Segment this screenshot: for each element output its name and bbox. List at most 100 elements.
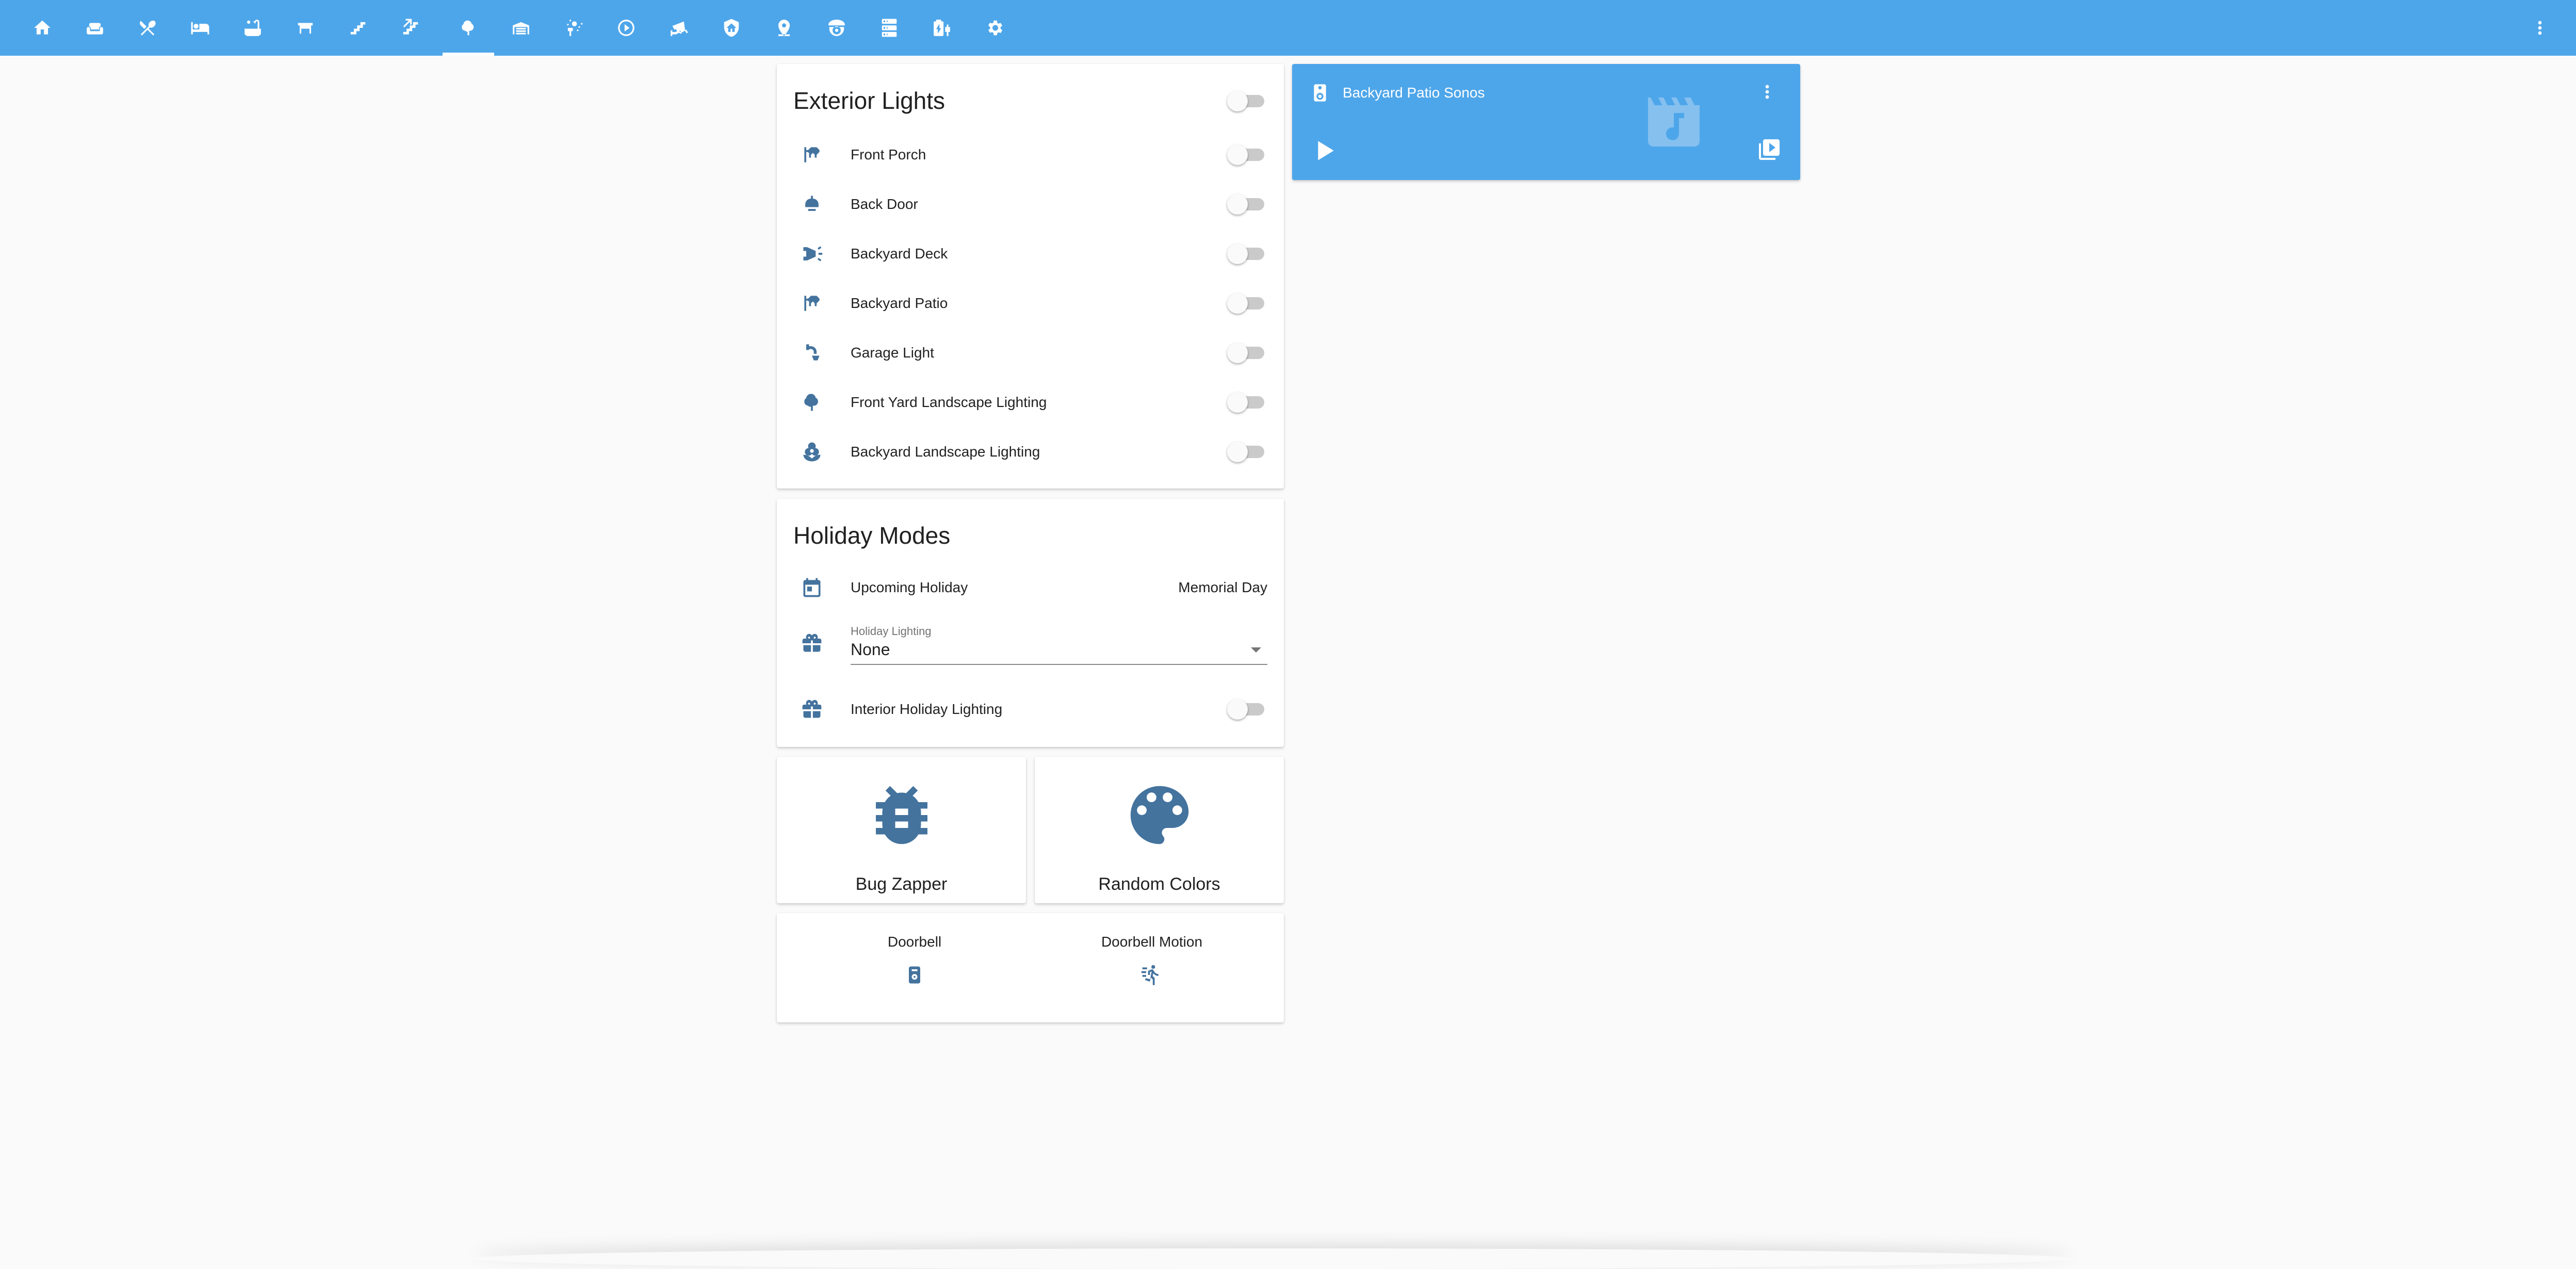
- tab-servers[interactable]: [863, 0, 915, 56]
- playlist-play-icon: [1759, 139, 1780, 160]
- silverware-icon: [140, 20, 156, 36]
- tab-security[interactable]: [706, 0, 757, 56]
- entity-row-backyard-landscape[interactable]: Backyard Landscape Lighting: [777, 427, 1284, 477]
- entity-label: Front Yard Landscape Lighting: [851, 394, 1047, 410]
- tab-outdoor[interactable]: [443, 0, 494, 56]
- music-video-icon: [1638, 90, 1710, 152]
- stairs-up-icon: [403, 19, 418, 35]
- entity-row-backyard-patio[interactable]: Backyard Patio: [777, 279, 1284, 328]
- dots-vertical-icon: [2538, 21, 2542, 35]
- tab-cameras[interactable]: [653, 0, 705, 56]
- play-icon: [1318, 141, 1334, 160]
- speaker-icon: [1310, 82, 1330, 104]
- holiday-lighting-select[interactable]: Holiday Lighting None: [851, 619, 1267, 665]
- tab-upstairs[interactable]: [385, 0, 436, 56]
- exterior-lights-card: Exterior Lights Front Porch Back Door Ba…: [777, 64, 1284, 489]
- wall-lamp-icon: [800, 340, 824, 365]
- media-title: Backyard Patio Sonos: [1343, 85, 1485, 101]
- shield-home-icon: [724, 19, 739, 37]
- button-label: Bug Zapper: [855, 874, 948, 894]
- entity-row-holiday-lighting: Holiday Lighting None: [777, 619, 1284, 668]
- bottom-edge-shadow: [475, 1248, 2074, 1269]
- garage-icon: [513, 22, 529, 35]
- bathtub-icon: [244, 20, 261, 36]
- outdoor-lamp-icon: [800, 142, 824, 167]
- media-source-button[interactable]: [1757, 137, 1782, 162]
- doorbell-icon: [903, 964, 926, 986]
- play-circle-icon: [618, 20, 634, 36]
- entity-row-back-door[interactable]: Back Door: [777, 180, 1284, 229]
- ceiling-light-icon: [800, 192, 824, 217]
- tab-settings[interactable]: [969, 0, 1020, 56]
- tab-kitchen[interactable]: [122, 0, 173, 56]
- button-label: Random Colors: [1098, 874, 1220, 894]
- gift-icon: [800, 631, 824, 656]
- select-underline: [851, 664, 1267, 665]
- entity-row-upcoming-holiday[interactable]: Upcoming Holiday Memorial Day: [777, 563, 1284, 612]
- server-icon: [882, 19, 897, 37]
- tree-icon: [462, 20, 474, 36]
- entity-label: Backyard Landscape Lighting: [851, 444, 1040, 460]
- media-player-card: Backyard Patio Sonos: [1292, 64, 1800, 180]
- media-play-button[interactable]: [1310, 136, 1339, 165]
- bug-zapper-button[interactable]: Bug Zapper: [777, 757, 1026, 903]
- motion-icon: [1140, 964, 1163, 986]
- front-porch-toggle[interactable]: [1227, 144, 1265, 165]
- media-more-button[interactable]: [1757, 82, 1778, 102]
- home-icon: [34, 20, 51, 35]
- backyard-landscape-toggle[interactable]: [1227, 442, 1265, 462]
- holiday-modes-card: Holiday Modes Upcoming Holiday Memorial …: [777, 499, 1284, 747]
- entity-label: Backyard Deck: [851, 246, 948, 262]
- garage-light-toggle[interactable]: [1227, 343, 1265, 363]
- palette-icon: [1121, 776, 1198, 854]
- entity-label: Garage Light: [851, 345, 934, 361]
- overflow-menu-button[interactable]: [2524, 12, 2555, 43]
- backyard-deck-toggle[interactable]: [1227, 243, 1265, 264]
- entity-state: Memorial Day: [1178, 579, 1267, 595]
- doorbell-glance-card: Doorbell Doorbell Motion: [777, 913, 1284, 1022]
- random-colors-button[interactable]: Random Colors: [1035, 757, 1284, 903]
- exterior-lights-master-toggle[interactable]: [1227, 91, 1265, 111]
- app-toolbar: [0, 0, 2576, 56]
- battery-charging-icon: [934, 20, 950, 36]
- front-yard-landscape-toggle[interactable]: [1227, 392, 1265, 413]
- stairs-icon: [350, 22, 366, 35]
- select-label: Holiday Lighting: [851, 625, 932, 638]
- entity-label: Interior Holiday Lighting: [851, 701, 1003, 717]
- cctv-icon: [671, 21, 688, 36]
- entity-row-front-porch[interactable]: Front Porch: [777, 130, 1284, 180]
- tab-media[interactable]: [600, 0, 652, 56]
- backyard-patio-toggle[interactable]: [1227, 293, 1265, 314]
- tab-vacuum[interactable]: [811, 0, 862, 56]
- tab-living-room[interactable]: [69, 0, 121, 56]
- entity-row-garage-light[interactable]: Garage Light: [777, 328, 1284, 378]
- back-door-toggle[interactable]: [1227, 194, 1265, 215]
- entity-label: Backyard Patio: [851, 295, 948, 311]
- entity-row-interior-holiday-lighting[interactable]: Interior Holiday Lighting: [777, 685, 1284, 734]
- tab-bathroom[interactable]: [227, 0, 279, 56]
- tab-bedroom[interactable]: [174, 0, 226, 56]
- desk-icon: [298, 23, 313, 34]
- sprinkler-icon: [567, 20, 583, 36]
- entity-row-backyard-deck[interactable]: Backyard Deck: [777, 229, 1284, 279]
- tree-icon: [800, 390, 824, 415]
- tab-sprinklers[interactable]: [548, 0, 599, 56]
- tab-office[interactable]: [280, 0, 331, 56]
- tab-presence[interactable]: [758, 0, 810, 56]
- entity-row-front-yard-landscape[interactable]: Front Yard Landscape Lighting: [777, 378, 1284, 427]
- tab-energy[interactable]: [916, 0, 968, 56]
- glance-item-doorbell[interactable]: Doorbell: [837, 913, 992, 1021]
- tab-stairs[interactable]: [332, 0, 384, 56]
- entity-label: Back Door: [851, 196, 918, 212]
- dots-vertical-icon: [1765, 85, 1769, 99]
- card-title: Exterior Lights: [793, 87, 945, 114]
- interior-holiday-lighting-toggle[interactable]: [1227, 699, 1265, 720]
- dropdown-arrow-icon: [1251, 647, 1261, 653]
- tab-home[interactable]: [17, 0, 68, 56]
- tab-garage[interactable]: [495, 0, 547, 56]
- entity-label: Upcoming Holiday: [851, 579, 968, 595]
- glance-label: Doorbell: [887, 934, 942, 950]
- bug-icon: [863, 776, 940, 854]
- outdoor-lamp-icon: [800, 291, 824, 316]
- glance-item-doorbell-motion[interactable]: Doorbell Motion: [1074, 913, 1229, 1021]
